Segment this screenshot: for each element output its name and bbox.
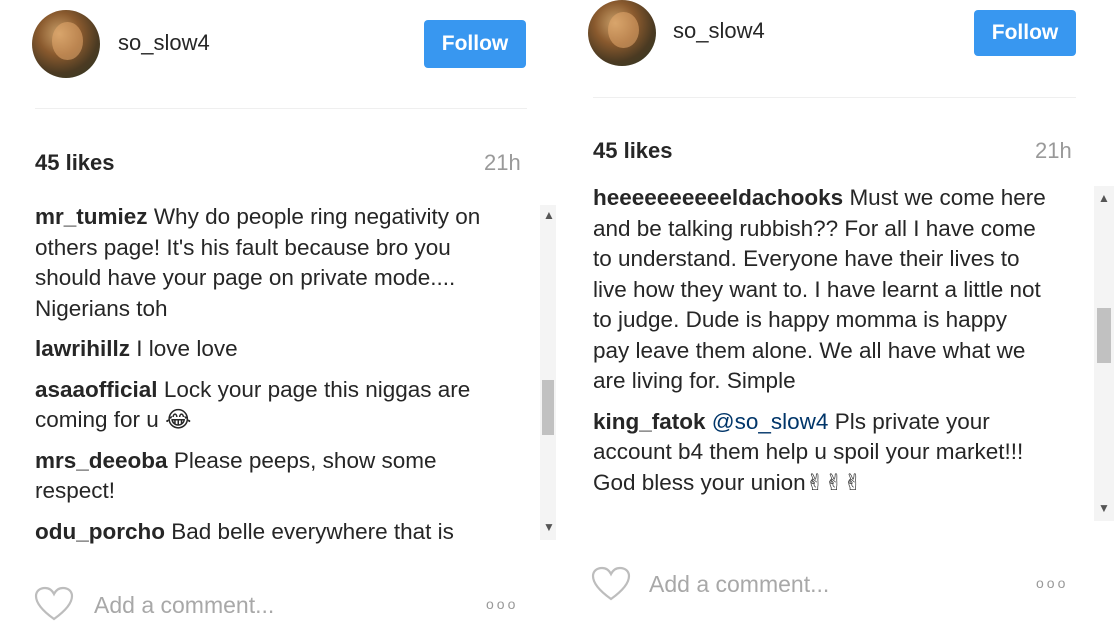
- header-divider: [593, 97, 1076, 98]
- comment-text: Bad belle everywhere that is: [171, 518, 454, 544]
- comment-mention[interactable]: @so_slow4: [712, 409, 829, 434]
- username[interactable]: so_slow4: [673, 18, 765, 44]
- comment-username[interactable]: asaaofficial: [35, 377, 158, 402]
- comment-username[interactable]: mr_tumiez: [35, 204, 148, 229]
- comment-item: king_fatok @so_slow4 Pls private your ac…: [593, 407, 1048, 499]
- comment-text: I love love: [136, 336, 238, 361]
- comment-username[interactable]: odu_porcho: [35, 519, 165, 544]
- comment-item: asaaofficial Lock your page this niggas …: [35, 375, 515, 436]
- comment-username[interactable]: lawrihillz: [35, 336, 130, 361]
- comment-item: mrs_deeoba Please peeps, show some respe…: [35, 446, 515, 507]
- comments-scrollbar[interactable]: ▲ ▼: [1094, 186, 1114, 521]
- comment-item: mr_tumiez Why do people ring negativity …: [35, 202, 515, 324]
- avatar[interactable]: [588, 0, 656, 66]
- comment-item: odu_porcho Bad belle everywhere that is: [35, 517, 515, 545]
- timestamp[interactable]: 21h: [484, 150, 521, 176]
- chevron-down-icon[interactable]: ▼: [543, 521, 555, 533]
- comments-scrollbar[interactable]: ▲ ▼: [540, 205, 556, 540]
- add-comment-input[interactable]: Add a comment...: [94, 592, 274, 619]
- chevron-up-icon[interactable]: ▲: [543, 209, 555, 221]
- heart-outline-icon[interactable]: [591, 566, 631, 602]
- post-panel-right: so_slow4 Follow 45 likes 21h heeeeeeeeee…: [560, 0, 1120, 630]
- comments-list: heeeeeeeeeeldachooks Must we come here a…: [593, 183, 1048, 528]
- follow-button[interactable]: Follow: [974, 10, 1076, 56]
- add-comment-input[interactable]: Add a comment...: [649, 571, 829, 598]
- heart-outline-icon[interactable]: [34, 586, 74, 622]
- username[interactable]: so_slow4: [118, 30, 210, 56]
- comment-item: heeeeeeeeeeldachooks Must we come here a…: [593, 183, 1048, 397]
- avatar[interactable]: [32, 10, 100, 78]
- chevron-down-icon[interactable]: ▼: [1098, 502, 1110, 514]
- likes-count[interactable]: 45 likes: [593, 138, 673, 164]
- header-divider: [35, 108, 527, 109]
- comment-username[interactable]: king_fatok: [593, 409, 706, 434]
- post-panel-left: so_slow4 Follow 45 likes 21h mr_tumiez W…: [0, 0, 560, 630]
- comment-text: Must we come here and be talking rubbish…: [593, 185, 1046, 393]
- more-options-icon[interactable]: ooo: [1036, 575, 1068, 591]
- follow-button[interactable]: Follow: [424, 20, 526, 68]
- scroll-thumb[interactable]: [542, 380, 554, 435]
- timestamp[interactable]: 21h: [1035, 138, 1072, 164]
- likes-count[interactable]: 45 likes: [35, 150, 115, 176]
- chevron-up-icon[interactable]: ▲: [1098, 192, 1110, 204]
- comment-username[interactable]: mrs_deeoba: [35, 448, 168, 473]
- comment-username[interactable]: heeeeeeeeeeldachooks: [593, 185, 843, 210]
- scroll-thumb[interactable]: [1097, 308, 1111, 363]
- more-options-icon[interactable]: ooo: [486, 596, 518, 612]
- comment-item: lawrihillz I love love: [35, 334, 515, 365]
- comments-list: mr_tumiez Why do people ring negativity …: [35, 202, 515, 544]
